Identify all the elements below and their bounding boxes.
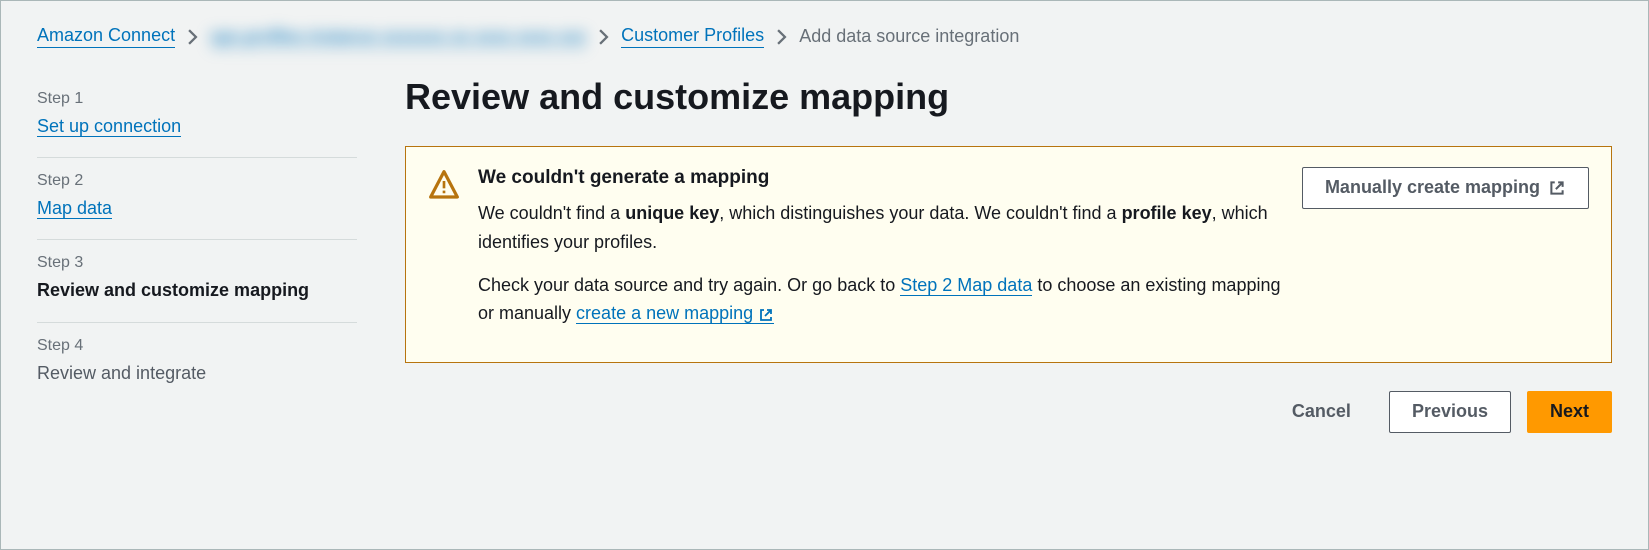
main-content: Review and customize mapping We couldn't… — [405, 76, 1612, 433]
breadcrumb-current: Add data source integration — [799, 26, 1019, 47]
next-button[interactable]: Next — [1527, 391, 1612, 433]
step-3: Step 3 Review and customize mapping — [37, 240, 357, 322]
alert-body: We couldn't generate a mapping We couldn… — [478, 167, 1284, 342]
breadcrumb-instance[interactable]: ops-profiles-instance-xxxxxxx-xx-xxxx-xx… — [210, 26, 586, 48]
external-link-icon — [758, 307, 774, 323]
wizard-steps: Step 1 Set up connection Step 2 Map data… — [37, 76, 357, 433]
chevron-right-icon — [776, 29, 787, 45]
step-4: Step 4 Review and integrate — [37, 323, 357, 404]
alert-title: We couldn't generate a mapping — [478, 167, 1284, 189]
alert-paragraph-2: Check your data source and try again. Or… — [478, 271, 1284, 329]
breadcrumb: Amazon Connect ops-profiles-instance-xxx… — [37, 25, 1612, 48]
step-2-link[interactable]: Map data — [37, 198, 112, 219]
breadcrumb-customer-profiles[interactable]: Customer Profiles — [621, 25, 764, 48]
chevron-right-icon — [598, 29, 609, 45]
chevron-right-icon — [187, 29, 198, 45]
step-4-title: Review and integrate — [37, 361, 357, 386]
previous-button[interactable]: Previous — [1389, 391, 1511, 433]
step-3-title: Review and customize mapping — [37, 278, 357, 303]
manually-create-mapping-button[interactable]: Manually create mapping — [1302, 167, 1589, 209]
step-1: Step 1 Set up connection — [37, 76, 357, 158]
step-1-link[interactable]: Set up connection — [37, 116, 181, 137]
step-label: Step 3 — [37, 254, 357, 272]
wizard-footer: Cancel Previous Next — [405, 391, 1612, 433]
step-label: Step 4 — [37, 337, 357, 355]
breadcrumb-amazon-connect[interactable]: Amazon Connect — [37, 25, 175, 48]
page-title: Review and customize mapping — [405, 76, 1612, 118]
step-2: Step 2 Map data — [37, 158, 357, 240]
step-label: Step 2 — [37, 172, 357, 190]
cancel-button[interactable]: Cancel — [1270, 392, 1373, 432]
step-2-inline-link[interactable]: Step 2 Map data — [900, 275, 1032, 296]
external-link-icon — [1548, 179, 1566, 197]
create-mapping-inline-link[interactable]: create a new mapping — [576, 303, 774, 324]
warning-icon — [428, 169, 460, 206]
alert-paragraph-1: We couldn't find a unique key, which dis… — [478, 199, 1284, 257]
warning-alert: We couldn't generate a mapping We couldn… — [405, 146, 1612, 363]
step-label: Step 1 — [37, 90, 357, 108]
